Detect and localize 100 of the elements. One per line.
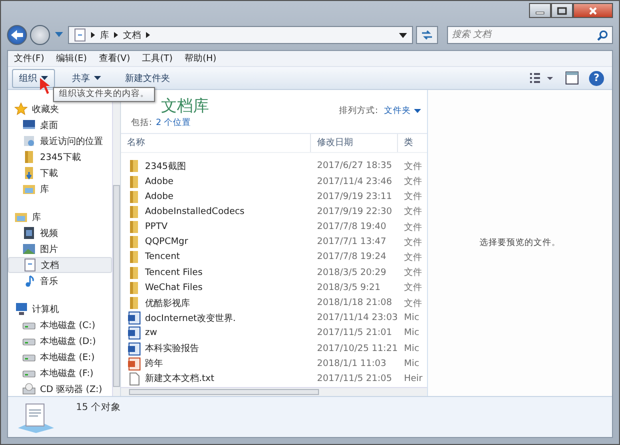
computer-icon [14,302,28,316]
folder-icon [127,220,141,234]
file-name[interactable]: 跨年 [145,357,163,370]
table-cell-text: 文件 [403,176,423,188]
file-name[interactable]: PPTV [145,222,168,232]
sidebar-item[interactable]: 收藏夹 [8,101,112,117]
menu-item[interactable]: 查看(V) [98,52,130,65]
table-cell-text: 2018/3/5 20:29 [316,268,388,278]
breadcrumb-arrow-icon[interactable] [146,32,150,38]
table-cell-text: 文件 [403,190,423,204]
sidebar-item[interactable]: 计算机 [8,301,112,317]
close-button[interactable] [573,3,613,18]
arrange-by-dropdown[interactable]: 文件夹 [384,105,421,117]
table-cell-text: Mic [403,358,420,369]
breadcrumb-item[interactable]: 库 [100,28,109,42]
table-cell-text: Mic [403,344,420,354]
sidebar-item[interactable]: 库 [8,209,112,225]
sidebar-item[interactable]: 本地磁盘 (E:) [8,349,112,365]
history-dropdown-icon[interactable] [55,32,63,38]
table-cell-text: 文件 [403,252,423,264]
table-cell-text: 文件 [403,298,423,310]
sidebar-item[interactable]: 下載 [8,165,112,181]
file-name[interactable]: docInternet改变世界. [145,312,236,325]
film-icon [22,226,36,240]
library-folder-icon [22,182,36,196]
folder-icon [127,296,141,310]
refresh-icon [420,29,434,41]
table-cell-text: 文件 [403,222,423,234]
file-name[interactable]: 优酷影视库 [145,296,190,310]
menu-item[interactable]: 帮助(H) [184,52,216,65]
sidebar-item[interactable]: 桌面 [8,117,112,133]
sidebar-item[interactable]: 音乐 [8,273,112,289]
text-file-icon [127,372,141,386]
word-document-icon [127,326,141,340]
file-name[interactable]: Tencent [145,252,180,262]
column-header[interactable]: 类 [398,134,427,152]
breadcrumb-arrow-icon[interactable] [114,32,118,38]
table-cell-text: 2017/11/4 23:46 [316,176,393,187]
file-name[interactable]: WeChat Files [145,282,203,293]
back-arrow-icon [10,29,24,41]
item-count: 15 个对象 [76,401,122,414]
help-button[interactable]: ? [589,70,604,86]
menu-item[interactable]: 文件(F) [14,52,44,65]
toolbar-button[interactable]: 组织 [12,68,55,88]
sidebar-item[interactable]: 本地磁盘 (F:) [8,365,112,381]
sidebar-item[interactable]: 2345下載 [8,149,112,165]
table-cell-text: 文件 [403,282,423,294]
file-name[interactable]: 新建文本文档.txt [145,372,214,386]
sidebar-item[interactable]: 本地磁盘 (D:) [8,333,112,349]
folder-icon [22,150,36,164]
column-header[interactable]: 名称 [121,134,311,152]
file-name[interactable]: QQPCMgr [145,237,188,248]
maximize-button[interactable] [551,3,573,18]
presentation-file-icon [127,356,141,371]
sidebar-item[interactable]: 视频 [8,225,112,241]
menu-item[interactable]: 工具(T) [142,52,173,65]
refresh-button[interactable] [416,26,438,44]
file-name[interactable]: Adobe [145,176,174,187]
back-button[interactable] [7,25,27,45]
forward-button[interactable] [30,25,50,45]
minimize-button[interactable] [529,3,551,18]
file-name[interactable]: AdobeInstalledCodecs [145,206,244,217]
table-cell-text: 2018/1/1 11:03 [316,358,388,369]
arrange-by-label: 排列方式: [339,105,378,117]
breadcrumb-item[interactable]: 文档 [123,28,141,42]
table-cell-text: 文件 [403,160,423,173]
word-document-icon [127,342,141,356]
recent-places-icon [22,134,36,148]
sidebar-item[interactable]: 图片 [8,241,112,257]
sidebar-item[interactable]: CD 驱动器 (Z:) [8,381,112,396]
file-name[interactable]: zw [145,328,158,338]
table-cell-text: 2017/9/19 23:11 [316,192,393,202]
search-field[interactable]: 搜索 文档 [447,26,613,44]
sidebar-item[interactable]: 库 [8,181,112,197]
breadcrumb-arrow-icon[interactable] [91,32,95,38]
file-name[interactable]: Adobe [145,192,174,202]
sidebar-item[interactable]: 本地磁盘 (C:) [8,317,112,333]
menu-item[interactable]: 编辑(E) [56,52,87,65]
sidebar-item[interactable]: 文档 [8,257,112,273]
sidebar-item[interactable]: 最近访问的位置 [8,133,112,149]
toolbar-button[interactable]: 新建文件夹 [118,68,177,88]
view-options-icon[interactable] [529,71,555,85]
folder-icon [127,190,141,204]
folder-icon [127,204,141,219]
table-cell-text: 2017/11/5 21:01 [316,328,393,338]
file-name[interactable]: Tencent Files [145,268,203,278]
dropdown-caret-icon[interactable] [399,32,407,38]
table-cell-text: 2018/3/5 9:21 [316,282,382,293]
table-cell-text: 2018/1/18 21:08 [316,298,393,308]
toolbar-button[interactable]: 共享 [65,68,108,88]
table-cell-text: 2017/7/1 13:47 [316,237,388,248]
file-name[interactable]: 本科实验报告 [145,342,199,356]
preview-pane-icon[interactable] [565,71,579,85]
address-bar[interactable]: 库 文档 [68,26,413,44]
picture-icon [22,242,36,256]
column-header[interactable]: 修改日期 [311,134,398,152]
locations-link[interactable]: 2 个位置 [156,117,191,129]
horizontal-scrollbar[interactable] [121,386,427,396]
folder-icon [127,174,141,189]
file-name[interactable]: 2345截图 [145,160,186,173]
